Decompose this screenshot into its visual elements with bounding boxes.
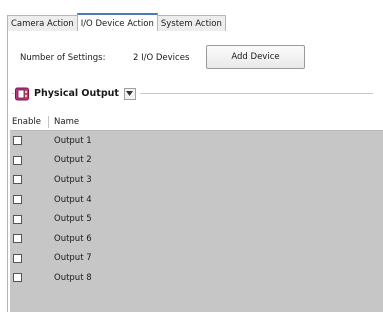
- table-row[interactable]: Output 8: [10, 268, 383, 288]
- add-device-button[interactable]: Add Device: [206, 45, 305, 69]
- tab-bar: Camera Action I/O Device Action System A…: [7, 13, 226, 31]
- output-name: Output 2: [54, 155, 92, 166]
- enable-cell: [10, 195, 50, 205]
- enable-checkbox[interactable]: [13, 175, 22, 185]
- output-name: Output 6: [54, 233, 92, 244]
- enable-cell: [10, 273, 50, 283]
- column-header-name[interactable]: Name: [50, 117, 79, 127]
- table-body: Output 1 Output 2 Output 3 Output 4 Outp…: [10, 131, 383, 288]
- enable-cell: [10, 253, 50, 263]
- number-of-settings-label: Number of Settings:: [20, 53, 106, 63]
- enable-cell: [10, 175, 50, 185]
- table-row[interactable]: Output 2: [10, 151, 383, 171]
- enable-checkbox[interactable]: [13, 273, 22, 283]
- output-name: Output 8: [54, 272, 92, 283]
- output-name: Output 4: [54, 194, 92, 205]
- tab-io-device-action[interactable]: I/O Device Action: [76, 13, 158, 31]
- enable-checkbox[interactable]: [13, 253, 22, 263]
- table-row[interactable]: Output 5: [10, 209, 383, 229]
- enable-checkbox[interactable]: [13, 195, 22, 205]
- table-row[interactable]: Output 7: [10, 249, 383, 269]
- enable-cell: [10, 155, 50, 165]
- table-header: Enable Name: [10, 114, 383, 131]
- number-of-settings-value: 2 I/O Devices: [133, 53, 190, 63]
- enable-checkbox[interactable]: [13, 136, 22, 146]
- output-name: Output 3: [54, 174, 92, 185]
- enable-checkbox[interactable]: [13, 214, 22, 224]
- tab-system-action[interactable]: System Action: [156, 15, 226, 31]
- enable-cell: [10, 234, 50, 244]
- enable-checkbox[interactable]: [13, 234, 22, 244]
- enable-cell: [10, 214, 50, 224]
- device-type-label: Physical Output: [34, 88, 119, 99]
- device-type-select[interactable]: Physical Output: [14, 85, 140, 102]
- enable-checkbox[interactable]: [13, 155, 22, 165]
- table-row[interactable]: Output 4: [10, 190, 383, 210]
- enable-cell: [10, 136, 50, 146]
- output-name: Output 7: [54, 253, 92, 264]
- output-name: Output 5: [54, 214, 92, 225]
- chevron-down-icon[interactable]: [123, 87, 136, 100]
- output-table: Enable Name Output 1 Output 2 Output 3 O…: [10, 114, 383, 312]
- output-name: Output 1: [54, 135, 92, 146]
- column-separator[interactable]: [48, 116, 49, 128]
- column-header-enable[interactable]: Enable: [10, 117, 50, 127]
- table-row[interactable]: Output 1: [10, 131, 383, 151]
- table-row[interactable]: Output 6: [10, 229, 383, 249]
- io-device-icon: [15, 87, 29, 100]
- table-row[interactable]: Output 3: [10, 170, 383, 190]
- tab-camera-action[interactable]: Camera Action: [7, 15, 78, 31]
